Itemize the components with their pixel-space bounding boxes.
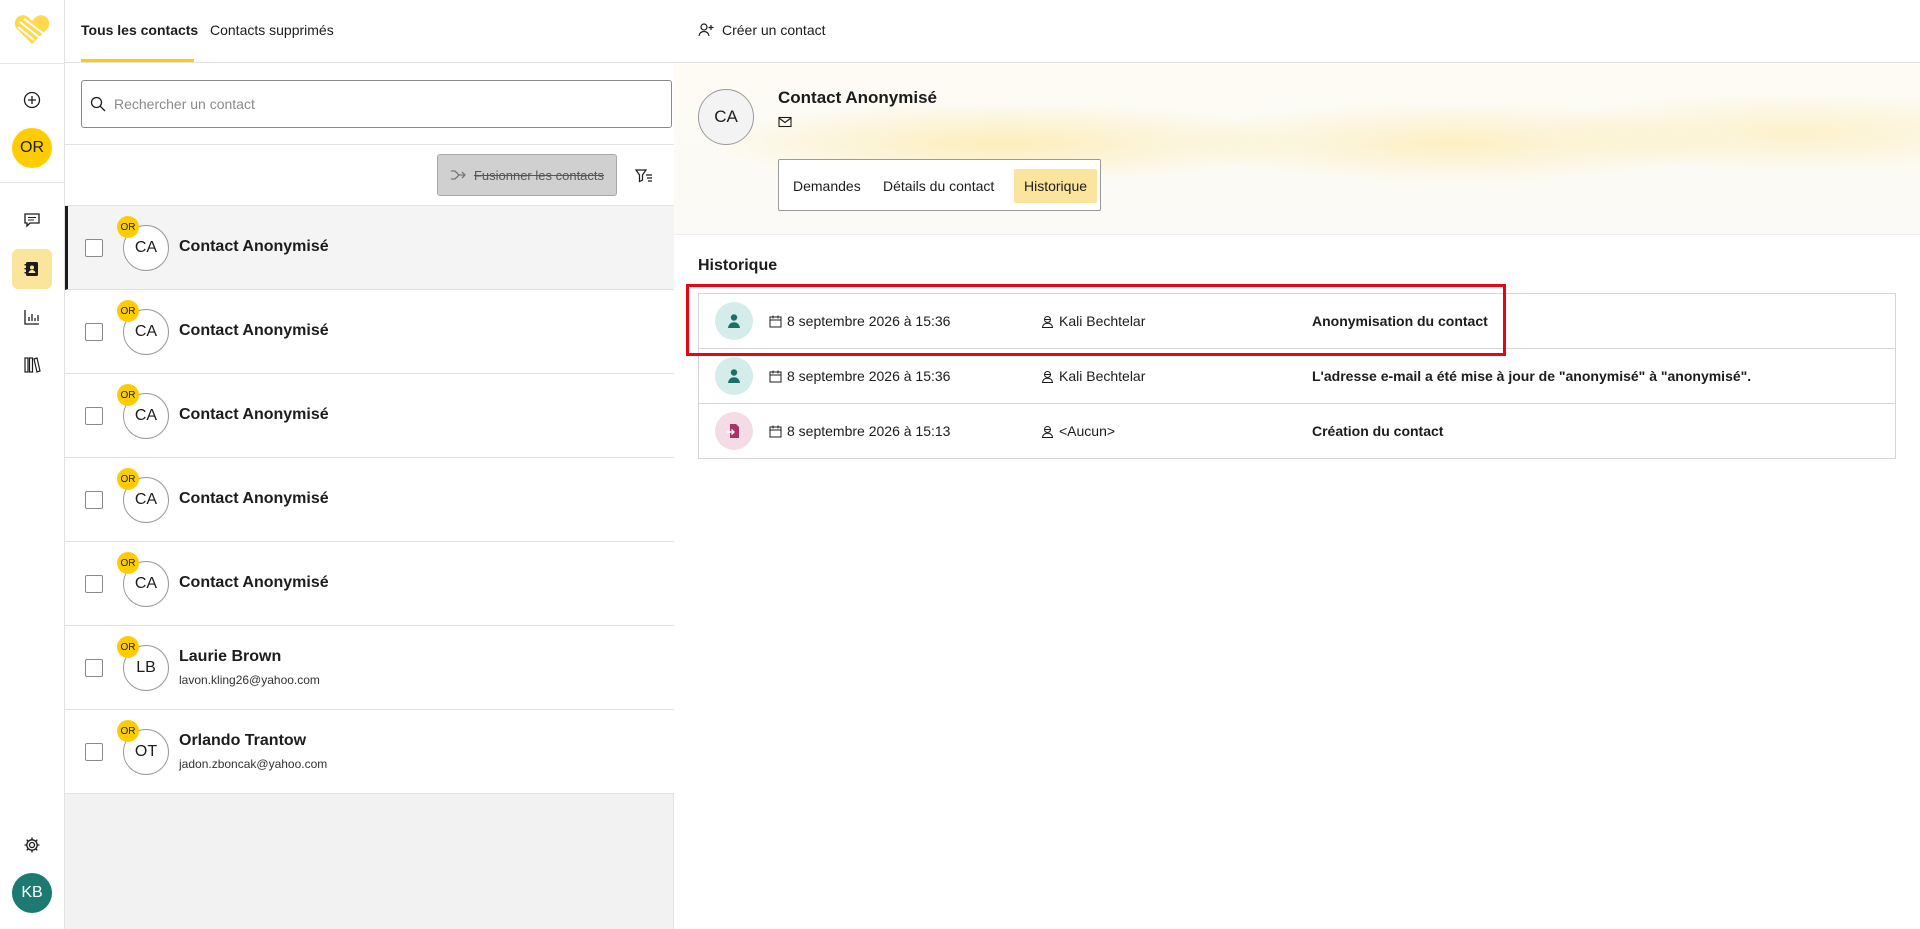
search-input[interactable]	[114, 96, 654, 112]
tab-all-contacts[interactable]: Tous les contacts	[81, 22, 198, 38]
contact-name: Contact Anonymisé	[179, 490, 329, 507]
history-date: 8 septembre 2026 à 15:13	[769, 423, 950, 439]
contact-name: Contact Anonymisé	[179, 406, 329, 423]
user-icon	[715, 302, 753, 340]
contact-checkbox[interactable]	[85, 743, 103, 761]
contact-checkbox[interactable]	[85, 407, 103, 425]
contact-row[interactable]: CA OR Contact Anonymisé	[65, 206, 674, 290]
history-action: L'adresse e-mail a été mise à jour de "a…	[1312, 368, 1752, 384]
history-date-text: 8 septembre 2026 à 15:13	[787, 423, 951, 439]
agent-icon	[1041, 370, 1054, 383]
contact-row[interactable]: CA OR Contact Anonymisé	[65, 542, 674, 626]
calendar-icon	[769, 315, 782, 327]
history-action: Anonymisation du contact	[1312, 313, 1488, 329]
contact-checkbox[interactable]	[85, 659, 103, 677]
merge-contacts-label: Fusionner les contacts	[473, 167, 605, 183]
contact-avatar: CA	[698, 89, 754, 145]
contact-email: lavon.kling26@yahoo.com	[179, 673, 320, 687]
contact-row[interactable]: CA OR Contact Anonymisé	[65, 290, 674, 374]
contact-row[interactable]: OT OR Orlando Trantow jadon.zboncak@yaho…	[65, 710, 674, 794]
history-date-text: 8 septembre 2026 à 15:36	[787, 368, 951, 384]
contact-name: Contact Anonymisé	[179, 238, 329, 255]
contact-name: Contact Anonymisé	[179, 322, 329, 339]
contact-checkbox[interactable]	[85, 239, 103, 257]
contact-title: Contact Anonymisé	[778, 88, 938, 107]
org-badge: OR	[117, 300, 139, 322]
left-rail: OR KB	[0, 0, 65, 929]
org-badge: OR	[117, 384, 139, 406]
contact-name: Laurie Brown	[179, 648, 282, 665]
contacts-icon[interactable]	[12, 249, 52, 289]
search-icon	[90, 96, 106, 112]
tab-history[interactable]: Historique	[1014, 169, 1098, 203]
list-toolbar: Fusionner les contacts	[65, 145, 674, 206]
create-contact-label: Créer un contact	[722, 22, 826, 38]
org-badge: OR	[117, 468, 139, 490]
history-author-text: <Aucun>	[1059, 423, 1116, 439]
add-user-icon	[698, 23, 714, 37]
merge-icon	[450, 170, 466, 180]
search-area	[65, 63, 674, 145]
contact-checkbox[interactable]	[85, 491, 103, 509]
org-badge: OR	[117, 216, 139, 238]
filter-icon	[635, 169, 652, 183]
history-row: 8 septembre 2026 à 15:36 Kali Bechtelar …	[699, 349, 1895, 404]
contact-detail-panel: Créer un contact CA Contact Anonymisé De…	[674, 0, 1920, 929]
chart-icon[interactable]	[12, 297, 52, 337]
create-contact-button[interactable]: Créer un contact	[698, 22, 826, 38]
history-author: Kali Bechtelar	[1041, 313, 1145, 329]
history-date-text: 8 septembre 2026 à 15:36	[787, 313, 951, 329]
active-tab-indicator	[81, 59, 194, 62]
contacts-list-panel: Tous les contacts Contacts supprimés Fus…	[65, 0, 674, 929]
list-tabs: Tous les contacts Contacts supprimés	[65, 0, 674, 63]
history-date: 8 septembre 2026 à 15:36	[769, 368, 950, 384]
search-box	[81, 80, 672, 128]
agent-icon	[1041, 425, 1054, 438]
contact-row[interactable]: CA OR Contact Anonymisé	[65, 458, 674, 542]
contact-name: Contact Anonymisé	[179, 574, 329, 591]
history-author: <Aucun>	[1041, 423, 1115, 439]
contact-row[interactable]: LB OR Laurie Brown lavon.kling26@yahoo.c…	[65, 626, 674, 710]
org-avatar[interactable]: OR	[12, 128, 52, 168]
history-title: Historique	[698, 257, 778, 274]
history-author-text: Kali Bechtelar	[1059, 313, 1146, 329]
rail-divider	[0, 63, 64, 64]
library-icon[interactable]	[12, 345, 52, 385]
tab-deleted-contacts[interactable]: Contacts supprimés	[210, 22, 334, 38]
history-table: 8 septembre 2026 à 15:36 Kali Bechtelar …	[698, 293, 1896, 459]
user-icon	[715, 357, 753, 395]
history-row: 8 septembre 2026 à 15:36 Kali Bechtelar …	[699, 294, 1895, 349]
tab-demandes[interactable]: Demandes	[783, 169, 871, 203]
contact-email: jadon.zboncak@yahoo.com	[179, 757, 328, 771]
import-icon	[715, 412, 753, 450]
history-action: Création du contact	[1312, 423, 1444, 439]
chat-icon[interactable]	[12, 200, 52, 240]
org-badge: OR	[117, 552, 139, 574]
merge-contacts-button[interactable]: Fusionner les contacts	[437, 154, 617, 196]
detail-tabs: Demandes Détails du contact Historique	[778, 159, 1101, 211]
contact-hero: CA Contact Anonymisé Demandes Détails du…	[674, 63, 1920, 235]
user-avatar[interactable]: KB	[12, 873, 52, 913]
calendar-icon	[769, 370, 782, 382]
filter-button[interactable]	[632, 164, 656, 188]
org-badge: OR	[117, 636, 139, 658]
history-row: 8 septembre 2026 à 15:13 <Aucun> Créatio…	[699, 404, 1895, 459]
contact-checkbox[interactable]	[85, 323, 103, 341]
rail-divider	[0, 182, 64, 183]
contact-row[interactable]: CA OR Contact Anonymisé	[65, 374, 674, 458]
add-circle-icon[interactable]	[12, 80, 52, 120]
detail-header: Créer un contact	[674, 0, 1920, 63]
history-author: Kali Bechtelar	[1041, 368, 1145, 384]
mail-icon[interactable]	[778, 115, 792, 129]
org-badge: OR	[117, 720, 139, 742]
tab-contact-details[interactable]: Détails du contact	[873, 169, 1004, 203]
calendar-icon	[769, 425, 782, 437]
gear-icon[interactable]	[12, 825, 52, 865]
contact-name: Orlando Trantow	[179, 732, 307, 749]
agent-icon	[1041, 315, 1054, 328]
app-logo-icon[interactable]	[14, 14, 50, 46]
history-date: 8 septembre 2026 à 15:36	[769, 313, 950, 329]
history-author-text: Kali Bechtelar	[1059, 368, 1146, 384]
contact-checkbox[interactable]	[85, 575, 103, 593]
